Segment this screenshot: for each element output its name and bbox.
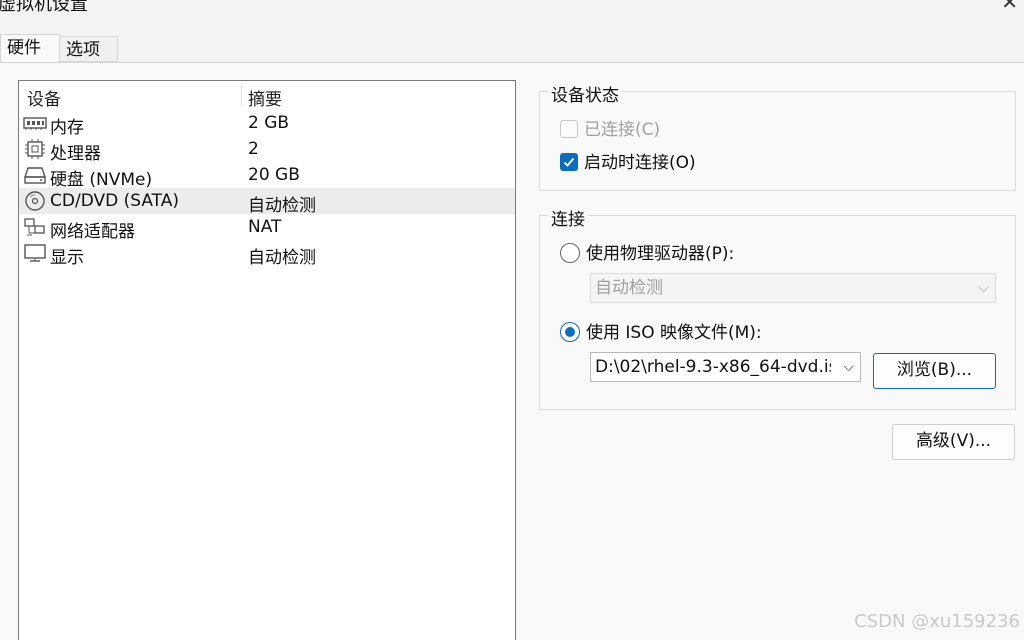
title-bar: 虚拟机设置 ✕ <box>0 0 1024 22</box>
device-list[interactable]: 设备 摘要 内存 2 GB 处理器 2 硬盘 (NVMe) 20 GB CD/D… <box>18 80 516 640</box>
checkmark-icon[interactable] <box>560 153 578 171</box>
device-row-cd-dvd[interactable]: CD/DVD (SATA) 自动检测 <box>19 188 515 216</box>
device-summary: 2 GB <box>248 113 290 133</box>
chevron-down-icon[interactable]: ⌵ <box>843 353 854 381</box>
device-row-display[interactable]: 显示 自动检测 <box>19 240 515 268</box>
device-name: 硬盘 (NVMe) <box>50 170 153 190</box>
tab-options[interactable]: 选项 <box>60 36 118 62</box>
iso-image-radio[interactable]: 使用 ISO 映像文件(M): <box>560 318 762 343</box>
iso-image-label: 使用 ISO 映像文件(M): <box>586 323 762 343</box>
device-row-hard-disk[interactable]: 硬盘 (NVMe) 20 GB <box>19 162 515 190</box>
vm-settings-window: 虚拟机设置 ✕ 硬件 选项 设备 摘要 内存 2 GB 处理器 2 硬盘 (NV… <box>0 0 1024 640</box>
window-title: 虚拟机设置 <box>0 0 88 15</box>
connection-title: 连接 <box>548 205 588 230</box>
device-row-processor[interactable]: 处理器 2 <box>19 136 515 164</box>
device-name: 网络适配器 <box>50 222 135 242</box>
device-summary: 20 GB <box>248 165 300 185</box>
network-adapter-icon <box>23 217 47 237</box>
chevron-down-icon: ⌵ <box>978 280 989 296</box>
connection-group: 连接 使用物理驱动器(P): 自动检测 ⌵ 使用 ISO 映像文件(M): D:… <box>539 205 1016 410</box>
summary-column-header[interactable]: 摘要 <box>248 85 282 110</box>
device-status-group: 设备状态 已连接(C) 启动时连接(O) <box>539 81 1016 191</box>
physical-drive-radio[interactable]: 使用物理驱动器(P): <box>560 239 734 264</box>
display-icon <box>23 243 47 263</box>
processor-icon <box>23 139 47 159</box>
column-divider[interactable] <box>241 83 242 107</box>
connected-label: 已连接(C) <box>584 120 661 140</box>
connected-checkbox-box[interactable] <box>560 120 578 138</box>
radio-unselected-icon[interactable] <box>560 243 580 263</box>
device-status-title: 设备状态 <box>548 81 622 106</box>
device-name: 显示 <box>50 248 84 268</box>
device-name: 内存 <box>50 118 84 138</box>
device-name: CD/DVD (SATA) <box>50 191 179 211</box>
device-summary: NAT <box>248 217 282 237</box>
device-summary: 自动检测 <box>248 248 316 268</box>
hard-disk-icon <box>23 165 47 185</box>
connect-on-start-label: 启动时连接(O) <box>584 153 696 173</box>
device-list-header: 设备 摘要 <box>19 81 515 110</box>
tab-bar: 硬件 选项 <box>0 34 1024 62</box>
watermark: CSDN @xu159236 <box>854 611 1020 632</box>
iso-path-combobox[interactable]: D:\02\rhel-9.3-x86_64-dvd.iso ⌵ <box>590 352 861 382</box>
browse-button[interactable]: 浏览(B)... <box>873 353 996 389</box>
advanced-button[interactable]: 高级(V)... <box>892 424 1015 460</box>
iso-path-value: D:\02\rhel-9.3-x86_64-dvd.iso <box>595 357 831 377</box>
device-row-network-adapter[interactable]: 网络适配器 NAT <box>19 214 515 242</box>
device-row-memory[interactable]: 内存 2 GB <box>19 110 515 138</box>
close-icon[interactable]: ✕ <box>1001 0 1018 14</box>
connect-on-start-checkbox[interactable]: 启动时连接(O) <box>560 148 696 173</box>
device-summary: 自动检测 <box>248 196 316 216</box>
physical-drive-value: 自动检测 <box>595 278 663 298</box>
device-name: 处理器 <box>50 144 101 164</box>
radio-selected-icon[interactable] <box>560 322 580 342</box>
device-column-header[interactable]: 设备 <box>27 85 61 110</box>
physical-drive-label: 使用物理驱动器(P): <box>586 244 735 264</box>
tab-hardware[interactable]: 硬件 <box>0 34 60 62</box>
connected-checkbox[interactable]: 已连接(C) <box>560 115 660 140</box>
memory-icon <box>23 113 47 133</box>
cd-dvd-icon <box>23 191 47 211</box>
physical-drive-select[interactable]: 自动检测 ⌵ <box>590 273 996 303</box>
device-summary: 2 <box>248 139 259 159</box>
